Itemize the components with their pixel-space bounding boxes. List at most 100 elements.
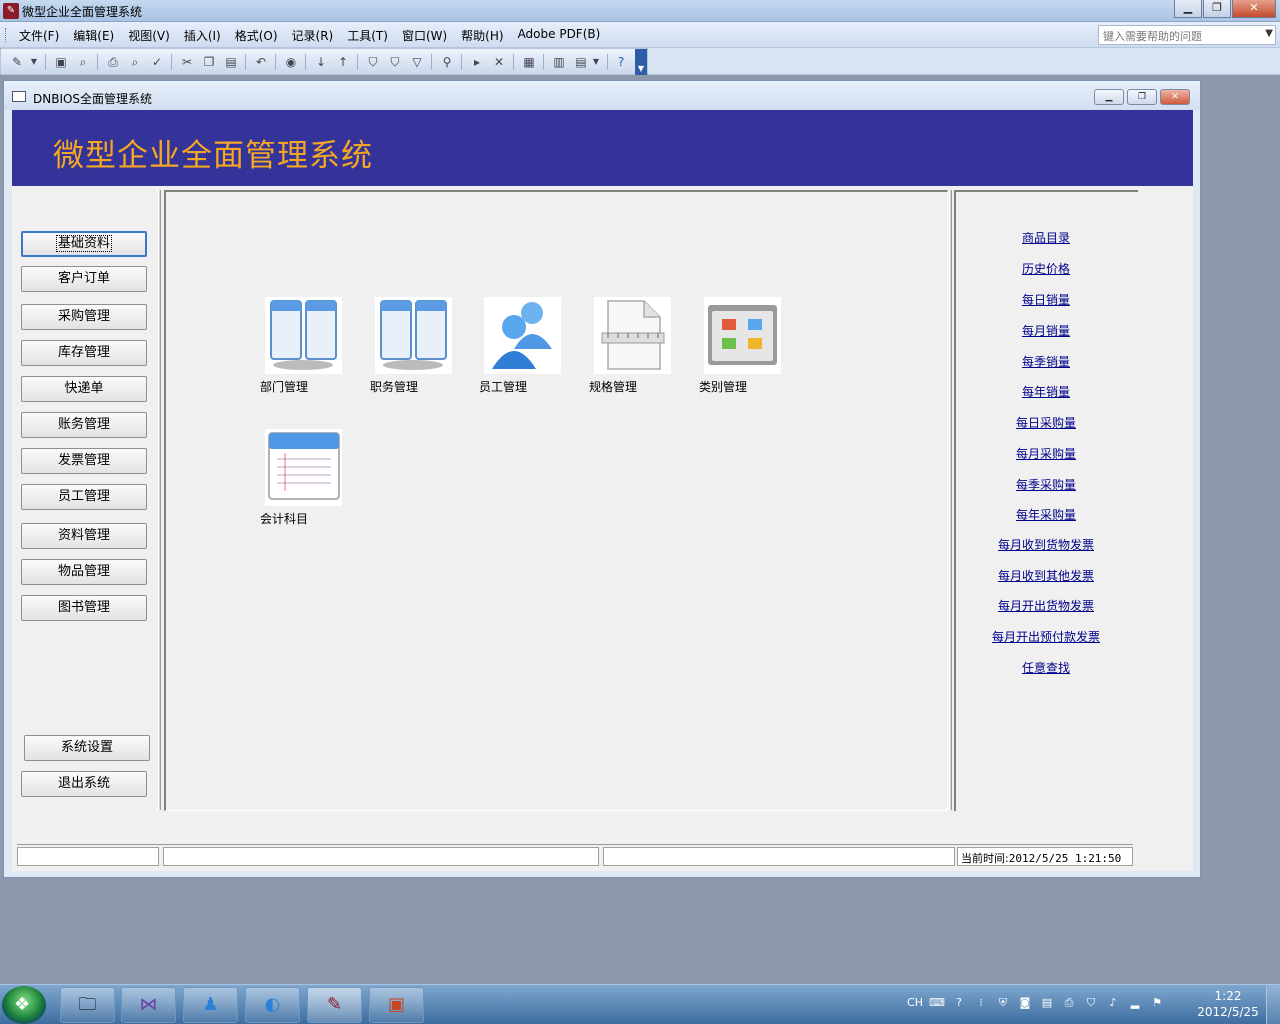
nav-courier-button[interactable]: 快递单 <box>21 376 147 402</box>
link-price-history[interactable]: 历史价格 <box>956 260 1136 277</box>
security-icon[interactable]: ⛨ <box>993 993 1013 1013</box>
ledger-icon[interactable] <box>265 429 342 506</box>
access-key-icon[interactable]: ✎ <box>3 3 19 19</box>
taskbar-sogou[interactable]: ◐ <box>245 987 300 1023</box>
shield-icon[interactable]: ⛉ <box>1081 993 1101 1013</box>
menu-file[interactable]: 文件(F) <box>12 27 66 44</box>
tile-category[interactable]: 类别管理 <box>699 297 799 397</box>
cut-icon[interactable]: ✂ <box>179 54 195 70</box>
show-desktop-button[interactable] <box>1266 985 1280 1024</box>
taskbar-qq[interactable]: ♟ <box>183 987 238 1023</box>
tile-employee[interactable]: 员工管理 <box>479 297 579 397</box>
print-preview-icon[interactable]: ⌕ <box>127 54 143 70</box>
paste-icon[interactable]: ▤ <box>223 54 239 70</box>
toolbar-options-icon[interactable]: ▼ <box>635 49 647 76</box>
link-monthly-other-invoices-received[interactable]: 每月收到其他发票 <box>956 567 1136 584</box>
help-search-input[interactable]: 键入需要帮助的问题 ▼ <box>1098 25 1276 45</box>
database-window-icon[interactable]: ▥ <box>551 54 567 70</box>
delete-record-icon[interactable]: ✕ <box>491 54 507 70</box>
tile-accounting-subject[interactable]: 会计科目 <box>260 429 360 529</box>
hyperlink-icon[interactable]: ◉ <box>283 54 299 70</box>
link-free-search[interactable]: 任意查找 <box>956 659 1136 676</box>
link-monthly-prepayment-invoices-issued[interactable]: 每月开出预付款发票 <box>956 628 1136 645</box>
link-quarterly-sales[interactable]: 每季销量 <box>956 353 1136 370</box>
nav-employees-button[interactable]: 员工管理 <box>21 484 147 510</box>
taskbar-visual-studio[interactable]: ⋈ <box>121 987 176 1023</box>
system-settings-button[interactable]: 系统设置 <box>24 735 150 761</box>
menu-adobe-pdf[interactable]: Adobe PDF(B) <box>511 27 608 44</box>
menu-window[interactable]: 窗口(W) <box>395 27 454 44</box>
link-monthly-goods-invoices-received[interactable]: 每月收到货物发票 <box>956 536 1136 553</box>
chevron-down-icon[interactable]: ▼ <box>1265 28 1273 39</box>
exit-system-button[interactable]: 退出系统 <box>21 771 147 797</box>
start-button[interactable]: ❖ <box>2 986 46 1024</box>
menu-grip[interactable] <box>5 28 8 42</box>
save-icon[interactable]: ▣ <box>53 54 69 70</box>
menu-view[interactable]: 视图(V) <box>121 27 177 44</box>
nav-customer-orders-button[interactable]: 客户订单 <box>21 266 147 292</box>
design-view-icon[interactable]: ✎ <box>9 54 25 70</box>
menu-tools[interactable]: 工具(T) <box>340 27 395 44</box>
language-indicator[interactable]: CH <box>905 993 925 1013</box>
volume-icon[interactable]: ♪ <box>1103 993 1123 1013</box>
taskbar-clock[interactable]: 1:22 2012/5/25 <box>1196 988 1260 1020</box>
ime-icon[interactable]: ⁝ <box>971 993 991 1013</box>
tile-position[interactable]: 职务管理 <box>370 297 470 397</box>
new-record-icon[interactable]: ▸ <box>469 54 485 70</box>
position-icon[interactable] <box>375 297 452 374</box>
spell-check-icon[interactable]: ✓ <box>149 54 165 70</box>
link-yearly-purchases[interactable]: 每年采购量 <box>956 506 1136 523</box>
apply-filter-icon[interactable]: ▽ <box>409 54 425 70</box>
keyboard-icon[interactable]: ⌨ <box>927 993 947 1013</box>
taskbar-access[interactable]: ✎ <box>307 987 362 1023</box>
form-close-button[interactable]: ✕ <box>1160 89 1190 105</box>
link-yearly-sales[interactable]: 每年销量 <box>956 383 1136 400</box>
network-icon[interactable]: ▂ <box>1125 993 1145 1013</box>
chevron-down-icon[interactable]: ▼ <box>29 54 39 70</box>
tile-department[interactable]: 部门管理 <box>260 297 360 397</box>
menu-records[interactable]: 记录(R) <box>285 27 341 44</box>
menu-edit[interactable]: 编辑(E) <box>66 27 121 44</box>
link-product-catalog[interactable]: 商品目录 <box>956 229 1136 246</box>
find-icon[interactable]: ⚲ <box>439 54 455 70</box>
nav-library-button[interactable]: 图书管理 <box>21 595 147 621</box>
nav-inventory-button[interactable]: 库存管理 <box>21 340 147 366</box>
filter-by-form-icon[interactable]: ⛉ <box>387 54 403 70</box>
cce-icon[interactable]: ▤ <box>1037 993 1057 1013</box>
sort-descending-icon[interactable]: ↑ <box>335 54 351 70</box>
nav-items-button[interactable]: 物品管理 <box>21 559 147 585</box>
form-minimize-button[interactable]: ▁ <box>1094 89 1124 105</box>
taskbar-powerpoint[interactable]: ▣ <box>369 987 424 1023</box>
link-quarterly-purchases[interactable]: 每季采购量 <box>956 476 1136 493</box>
copy-icon[interactable]: ❐ <box>201 54 217 70</box>
link-daily-purchases[interactable]: 每日采购量 <box>956 414 1136 431</box>
sort-ascending-icon[interactable]: ↓ <box>313 54 329 70</box>
menu-help[interactable]: 帮助(H) <box>454 27 510 44</box>
restore-button[interactable]: ❐ <box>1203 0 1231 18</box>
undo-icon[interactable]: ↶ <box>253 54 269 70</box>
properties-icon[interactable]: ▦ <box>521 54 537 70</box>
filter-by-selection-icon[interactable]: ⛉ <box>365 54 381 70</box>
chevron-down-icon[interactable]: ▼ <box>591 54 601 70</box>
link-monthly-purchases[interactable]: 每月采购量 <box>956 445 1136 462</box>
search-file-icon[interactable]: ⌕ <box>75 54 91 70</box>
document-ruler-icon[interactable] <box>594 297 671 374</box>
action-center-icon[interactable]: ⚑ <box>1147 993 1167 1013</box>
nav-documents-button[interactable]: 资料管理 <box>21 523 147 549</box>
tile-specification[interactable]: 规格管理 <box>589 297 689 397</box>
link-daily-sales[interactable]: 每日销量 <box>956 291 1136 308</box>
nav-invoices-button[interactable]: 发票管理 <box>21 448 147 474</box>
close-button[interactable]: ✕ <box>1232 0 1276 18</box>
users-icon[interactable] <box>484 297 561 374</box>
printer-icon[interactable]: ⎙ <box>1059 993 1079 1013</box>
print-icon[interactable]: ⎙ <box>105 54 121 70</box>
menu-insert[interactable]: 插入(I) <box>177 27 228 44</box>
nav-basic-data-button[interactable]: 基础资料 <box>21 231 147 257</box>
new-object-icon[interactable]: ▤ <box>573 54 589 70</box>
menu-format[interactable]: 格式(O) <box>228 27 285 44</box>
link-monthly-goods-invoices-issued[interactable]: 每月开出货物发票 <box>956 597 1136 614</box>
help-icon[interactable]: ? <box>949 993 969 1013</box>
nav-accounts-button[interactable]: 账务管理 <box>21 412 147 438</box>
antivirus-icon[interactable]: ◙ <box>1015 993 1035 1013</box>
department-icon[interactable] <box>265 297 342 374</box>
